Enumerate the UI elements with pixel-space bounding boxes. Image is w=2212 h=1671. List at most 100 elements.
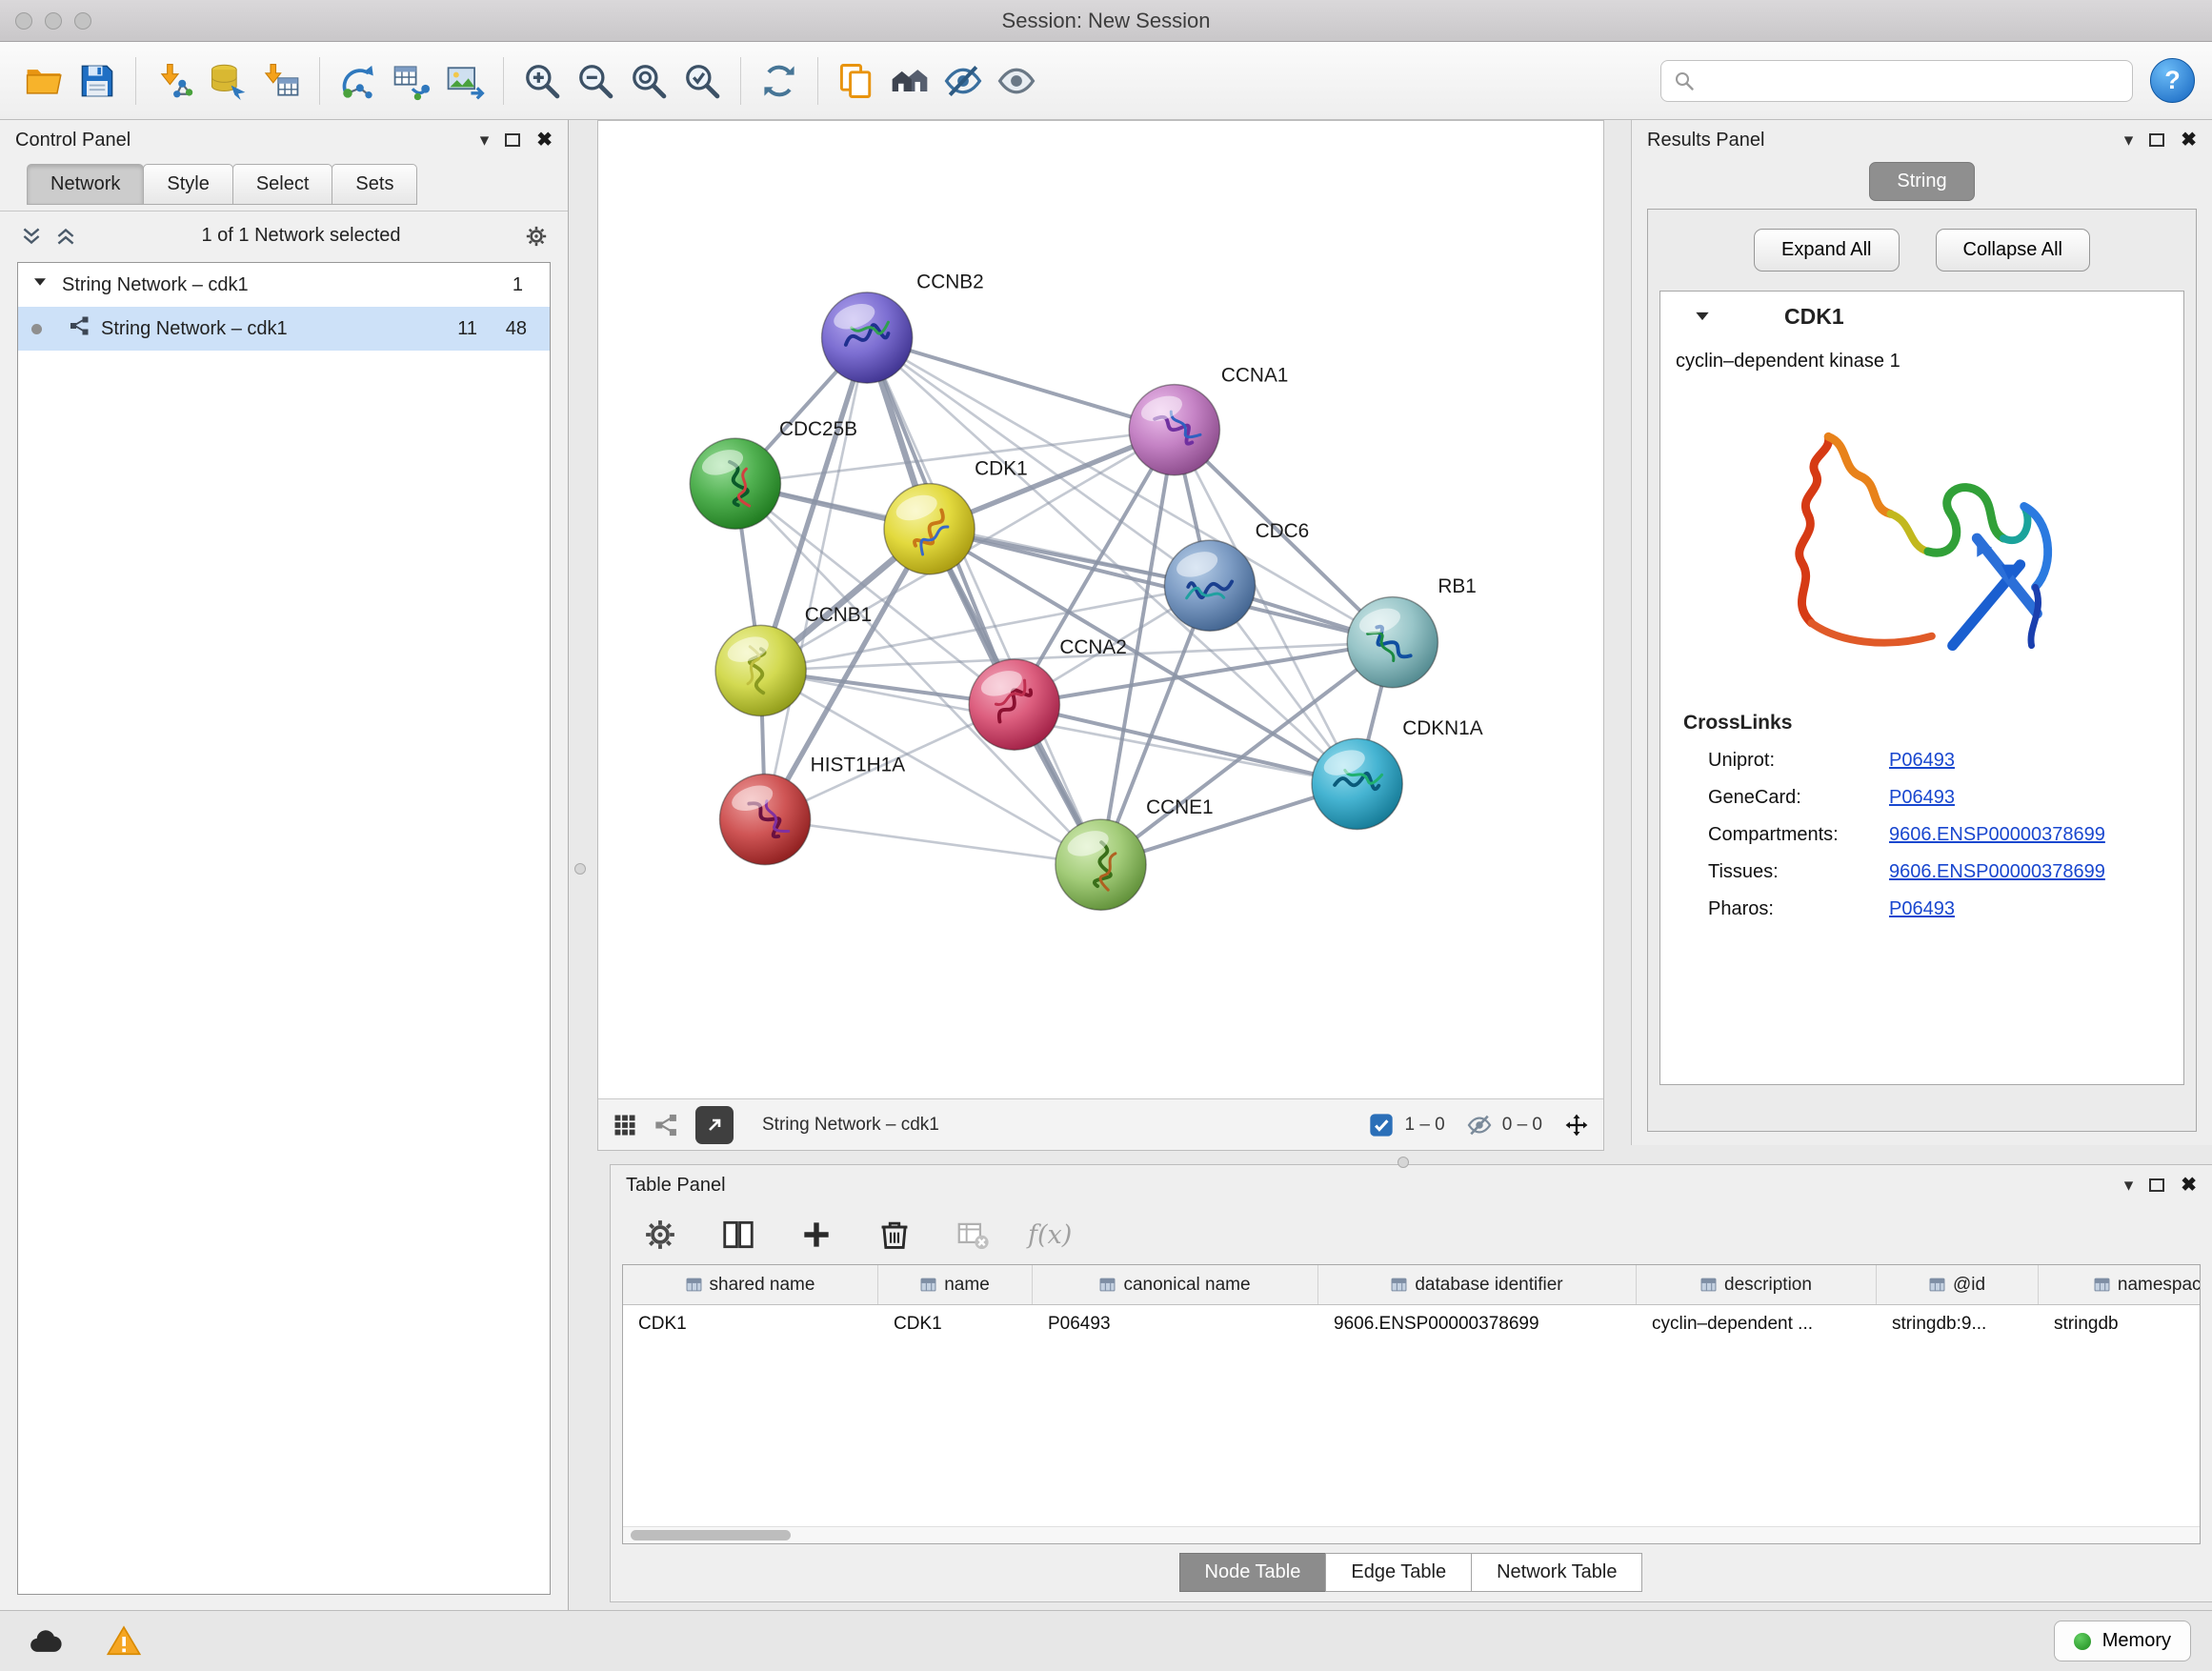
maximize-window-button[interactable]	[74, 12, 91, 30]
network-edge[interactable]	[765, 819, 1100, 865]
import-table-from-file-button[interactable]	[254, 52, 308, 110]
copy-button[interactable]	[830, 52, 883, 110]
tab-network[interactable]: Network	[27, 164, 144, 205]
column-header[interactable]: name	[878, 1265, 1033, 1304]
network-node-rb1[interactable]: RB1	[1347, 575, 1477, 688]
delete-column-button[interactable]	[872, 1212, 917, 1258]
network-node-hist1h1a[interactable]: HIST1H1A	[720, 755, 906, 865]
hidden-eye-slash-icon[interactable]	[1466, 1112, 1493, 1138]
import-network-from-database-button[interactable]	[201, 52, 254, 110]
cloud-status-button[interactable]	[21, 1617, 70, 1666]
pan-move-icon[interactable]	[1563, 1112, 1590, 1138]
collapse-panel-icon[interactable]: ▾	[480, 131, 490, 150]
expand-all-icon[interactable]	[53, 224, 78, 249]
disclosure-triangle-icon[interactable]	[31, 273, 62, 296]
collapse-all-icon[interactable]	[19, 224, 44, 249]
show-all-button[interactable]	[990, 52, 1043, 110]
network-overview-icon[interactable]	[654, 1112, 680, 1138]
zoom-selected-button[interactable]	[675, 52, 729, 110]
expand-all-button[interactable]: Expand All	[1754, 229, 1900, 272]
crosslink-link[interactable]: P06493	[1889, 898, 1955, 920]
memory-button[interactable]: Memory	[2054, 1621, 2191, 1661]
crosslink-link[interactable]: 9606.ENSP00000378699	[1889, 824, 2105, 846]
scrollbar-thumb[interactable]	[631, 1530, 791, 1540]
zoom-in-button[interactable]	[515, 52, 569, 110]
close-window-button[interactable]	[15, 12, 32, 30]
collapse-all-button[interactable]: Collapse All	[1936, 229, 2091, 272]
tab-network-table[interactable]: Network Table	[1471, 1553, 1642, 1592]
tab-string[interactable]: String	[1869, 162, 1974, 201]
table-cell[interactable]: stringdb:9...	[1877, 1305, 2039, 1343]
table-cell[interactable]: cyclin–dependent ...	[1637, 1305, 1877, 1343]
table-cell[interactable]: P06493	[1033, 1305, 1318, 1343]
network-canvas-svg[interactable]: CCNB2CCNA1CDC25BCDK1CDC6RB1CCNB1CCNA2CDK…	[598, 121, 1603, 1098]
tab-select[interactable]: Select	[232, 164, 333, 205]
network-node-cdc25b[interactable]: CDC25B	[690, 418, 857, 529]
column-header[interactable]: namespace	[2039, 1265, 2200, 1304]
tab-edge-table[interactable]: Edge Table	[1325, 1553, 1472, 1592]
hide-selected-button[interactable]	[936, 52, 990, 110]
tab-sets[interactable]: Sets	[332, 164, 417, 205]
zoom-out-button[interactable]	[569, 52, 622, 110]
column-header[interactable]: database identifier	[1318, 1265, 1637, 1304]
collapse-panel-icon[interactable]: ▾	[2124, 1177, 2134, 1195]
search-input[interactable]	[1703, 70, 2121, 91]
network-node-ccnb1[interactable]: CCNB1	[715, 604, 872, 716]
table-cell[interactable]: stringdb	[2039, 1305, 2200, 1343]
column-header[interactable]: shared name	[623, 1265, 878, 1304]
selected-checkbox-icon[interactable]	[1368, 1112, 1395, 1138]
column-header[interactable]: description	[1637, 1265, 1877, 1304]
network-edge[interactable]	[765, 338, 867, 820]
tab-style[interactable]: Style	[143, 164, 232, 205]
splitter-handle[interactable]	[1398, 1157, 1409, 1168]
create-column-button[interactable]	[794, 1212, 839, 1258]
network-row[interactable]: String Network – cdk1 11 48	[18, 307, 550, 351]
table-cell[interactable]: 9606.ENSP00000378699	[1318, 1305, 1637, 1343]
crosslink-link[interactable]: P06493	[1889, 787, 1955, 809]
zoom-fit-button[interactable]	[622, 52, 675, 110]
close-panel-icon[interactable]: ✖	[2181, 1176, 2197, 1195]
horizontal-scrollbar[interactable]	[623, 1526, 2200, 1543]
save-session-button[interactable]	[70, 52, 124, 110]
minimize-window-button[interactable]	[45, 12, 62, 30]
gene-header[interactable]: CDK1	[1660, 292, 2183, 341]
crosslink-link[interactable]: 9606.ENSP00000378699	[1889, 861, 2105, 883]
float-panel-icon[interactable]	[2149, 133, 2164, 147]
gear-icon[interactable]	[524, 224, 549, 249]
create-network-from-table-button[interactable]	[385, 52, 438, 110]
import-network-from-file-button[interactable]	[148, 52, 201, 110]
grid-view-icon[interactable]	[612, 1112, 638, 1138]
network-edge[interactable]	[867, 338, 1175, 431]
column-header[interactable]: canonical name	[1033, 1265, 1318, 1304]
collapse-panel-icon[interactable]: ▾	[2124, 131, 2134, 150]
table-cell[interactable]: CDK1	[878, 1305, 1033, 1343]
table-cell[interactable]: CDK1	[623, 1305, 878, 1343]
network-node-ccna1[interactable]: CCNA1	[1129, 365, 1288, 475]
disclosure-triangle-icon[interactable]	[1693, 307, 1712, 326]
apply-layout-button[interactable]	[753, 52, 806, 110]
network-edge[interactable]	[867, 338, 1100, 865]
table-settings-button[interactable]	[637, 1212, 683, 1258]
warnings-button[interactable]	[99, 1617, 149, 1666]
close-panel-icon[interactable]: ✖	[536, 131, 553, 150]
splitter-handle[interactable]	[574, 863, 586, 875]
float-panel-icon[interactable]	[505, 133, 520, 147]
export-image-button[interactable]	[438, 52, 492, 110]
clone-network-button[interactable]	[332, 52, 385, 110]
delete-table-button[interactable]	[950, 1212, 995, 1258]
network-node-cdc6[interactable]: CDC6	[1164, 520, 1309, 631]
float-panel-icon[interactable]	[2149, 1178, 2164, 1192]
function-builder-button[interactable]: f(x)	[1028, 1220, 1072, 1250]
network-node-cdk1[interactable]: CDK1	[884, 458, 1028, 574]
network-canvas[interactable]: CCNB2CCNA1CDC25BCDK1CDC6RB1CCNB1CCNA2CDK…	[598, 121, 1603, 1098]
close-panel-icon[interactable]: ✖	[2181, 131, 2197, 150]
open-session-button[interactable]	[17, 52, 70, 110]
open-in-new-window-button[interactable]	[695, 1106, 734, 1144]
help-button[interactable]: ?	[2150, 58, 2195, 103]
table-row[interactable]: CDK1CDK1P064939606.ENSP00000378699cyclin…	[623, 1305, 2200, 1343]
tab-node-table[interactable]: Node Table	[1179, 1553, 1327, 1592]
network-node-cdkn1a[interactable]: CDKN1A	[1312, 717, 1483, 830]
first-neighbors-button[interactable]	[883, 52, 936, 110]
column-header[interactable]: @id	[1877, 1265, 2039, 1304]
crosslink-link[interactable]: P06493	[1889, 750, 1955, 772]
